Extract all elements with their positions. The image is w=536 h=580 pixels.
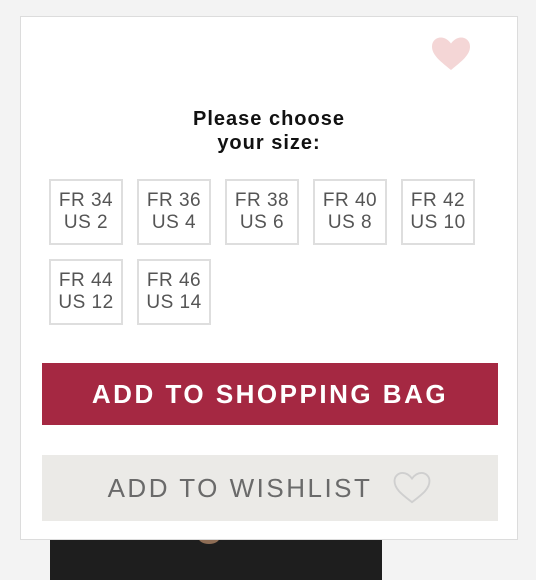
size-us-label: US 4	[151, 212, 197, 233]
dialog-title-line-2: your size:	[217, 132, 321, 154]
add-to-bag-button[interactable]: ADD TO SHOPPING BAG	[42, 363, 498, 425]
size-option-fr40[interactable]: FR 40 US 8	[313, 179, 387, 245]
size-fr-label: FR 46	[146, 270, 202, 291]
size-us-label: US 6	[239, 212, 285, 233]
size-option-fr44[interactable]: FR 44 US 12	[49, 259, 123, 325]
size-option-fr42[interactable]: FR 42 US 10	[401, 179, 475, 245]
size-us-label: US 12	[58, 292, 114, 313]
size-fr-label: FR 40	[322, 190, 378, 211]
dialog-title: Please choose your size:	[21, 107, 517, 155]
favorite-heart-icon[interactable]	[430, 36, 472, 72]
size-us-label: US 10	[410, 212, 466, 233]
size-fr-label: FR 38	[234, 190, 290, 211]
size-option-fr34[interactable]: FR 34 US 2	[49, 179, 123, 245]
size-us-label: US 2	[63, 212, 109, 233]
size-fr-label: FR 36	[146, 190, 202, 211]
size-fr-label: FR 44	[58, 270, 114, 291]
heart-outline-icon	[393, 471, 431, 504]
size-fr-label: FR 34	[58, 190, 114, 211]
size-fr-label: FR 42	[410, 190, 466, 211]
size-us-label: US 8	[327, 212, 373, 233]
size-option-fr36[interactable]: FR 36 US 4	[137, 179, 211, 245]
add-to-wishlist-label: ADD TO WISHLIST	[107, 472, 373, 503]
size-us-label: US 14	[146, 292, 202, 313]
size-selection-dialog: Please choose your size: FR 34 US 2 FR 3…	[20, 16, 518, 540]
dialog-title-line-1: Please choose	[193, 108, 345, 130]
add-to-bag-label: ADD TO SHOPPING BAG	[91, 378, 449, 409]
size-option-fr46[interactable]: FR 46 US 14	[137, 259, 211, 325]
add-to-wishlist-button[interactable]: ADD TO WISHLIST	[42, 455, 498, 521]
size-option-fr38[interactable]: FR 38 US 6	[225, 179, 299, 245]
